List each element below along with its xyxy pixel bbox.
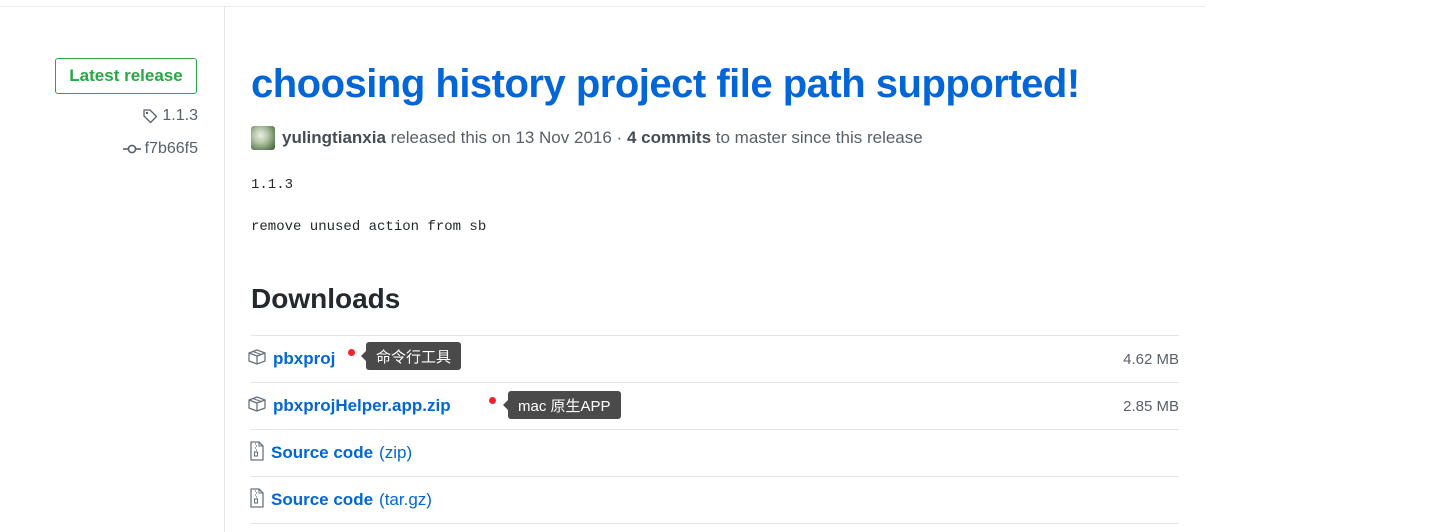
author-link[interactable]: yulingtianxia — [282, 128, 386, 148]
latest-release-badge[interactable]: Latest release — [55, 58, 197, 94]
download-item: pbxproj 命令行工具 4.62 MB — [248, 335, 1179, 382]
release-commit[interactable]: f7b66f5 — [122, 140, 198, 158]
package-icon — [247, 395, 267, 418]
package-icon — [247, 348, 267, 371]
commit-sha-link[interactable]: f7b66f5 — [145, 140, 198, 158]
archive-format: (zip) — [379, 443, 413, 462]
downloads-list: pbxproj 命令行工具 4.62 MB pbxprojHelper.app.… — [248, 335, 1179, 524]
release-page: Latest release 1.1.3 f7b66f5 choosing hi… — [0, 0, 1442, 532]
annotation-tooltip: 命令行工具 — [360, 342, 462, 370]
release-tag[interactable]: 1.1.3 — [142, 107, 198, 125]
avatar[interactable] — [251, 126, 275, 150]
release-notes-line: 1.1.3 — [251, 177, 294, 193]
asset-size: 4.62 MB — [1123, 350, 1179, 368]
source-code-zip-link[interactable]: Source code — [271, 443, 373, 463]
archive-format: (tar.gz) — [379, 490, 432, 509]
tag-icon — [142, 108, 158, 124]
released-text: released this on 13 Nov 2016 — [390, 128, 612, 147]
annotation-dot — [348, 349, 355, 356]
release-notes-line: remove unused action from sb — [251, 219, 487, 235]
source-code-targz-link[interactable]: Source code — [271, 490, 373, 510]
sidebar-divider — [224, 6, 225, 532]
file-zip-icon — [249, 487, 265, 513]
download-item: pbxprojHelper.app.zip mac 原生APP 2.85 MB — [248, 382, 1179, 429]
top-divider — [0, 6, 1205, 7]
release-byline: yulingtianxia released this on 13 Nov 20… — [251, 126, 923, 150]
asset-download-link[interactable]: pbxprojHelper.app.zip — [273, 396, 451, 416]
download-item: Source code (zip) — [249, 429, 1179, 476]
since-text: to master since this release — [715, 128, 923, 147]
release-title[interactable]: choosing history project file path suppo… — [251, 62, 1080, 107]
annotation-dot — [489, 397, 496, 404]
git-commit-icon — [122, 141, 141, 157]
asset-download-link[interactable]: pbxproj — [273, 349, 335, 369]
file-zip-icon — [249, 440, 265, 466]
annotation-tooltip: mac 原生APP — [503, 391, 621, 419]
tag-label[interactable]: 1.1.3 — [162, 107, 198, 125]
asset-size: 2.85 MB — [1123, 397, 1179, 415]
download-item: Source code (tar.gz) — [249, 476, 1179, 524]
downloads-heading: Downloads — [251, 283, 401, 314]
commits-link[interactable]: 4 commits — [627, 128, 711, 148]
